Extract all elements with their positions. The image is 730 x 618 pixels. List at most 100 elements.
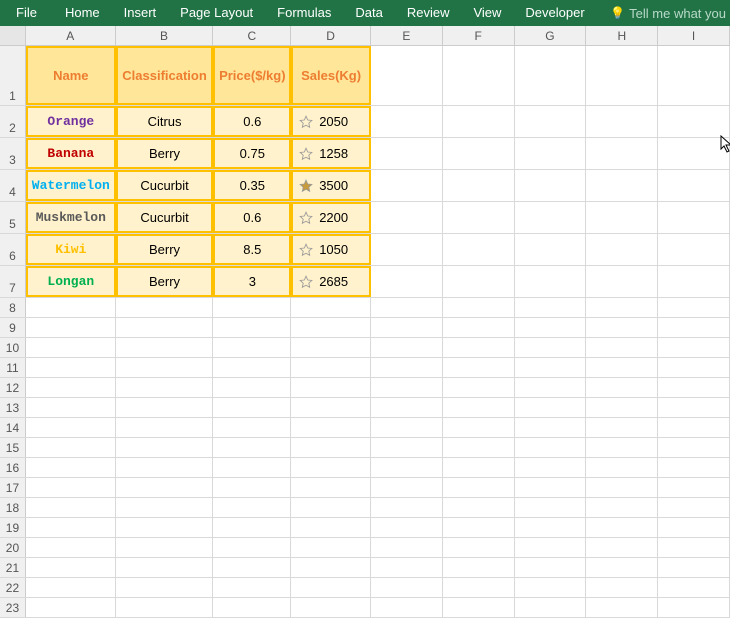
cell[interactable] <box>443 578 515 597</box>
cell[interactable] <box>371 398 443 417</box>
cell[interactable] <box>515 598 587 617</box>
row-header-19[interactable]: 19 <box>0 518 26 537</box>
cell[interactable] <box>515 298 587 317</box>
cell-D5[interactable]: 2200 <box>291 202 371 233</box>
cell[interactable] <box>586 358 658 377</box>
cell[interactable] <box>213 438 291 457</box>
cell[interactable] <box>443 438 515 457</box>
col-header-F[interactable]: F <box>443 26 515 45</box>
cell[interactable] <box>586 298 658 317</box>
cell[interactable] <box>116 478 214 497</box>
tab-review[interactable]: Review <box>395 0 462 26</box>
cell-C3[interactable]: 0.75 <box>213 138 291 169</box>
cell-D7[interactable]: 2685 <box>291 266 371 297</box>
cell[interactable] <box>291 578 371 597</box>
cell[interactable] <box>116 338 214 357</box>
cell[interactable] <box>443 458 515 477</box>
cell[interactable] <box>586 266 658 297</box>
row-header-3[interactable]: 3 <box>0 138 26 169</box>
cell[interactable] <box>658 598 730 617</box>
row-header-18[interactable]: 18 <box>0 498 26 517</box>
tab-home[interactable]: Home <box>53 0 112 26</box>
cell[interactable] <box>371 358 443 377</box>
row-header-17[interactable]: 17 <box>0 478 26 497</box>
cell[interactable] <box>515 458 587 477</box>
cell[interactable] <box>658 338 730 357</box>
cell[interactable] <box>371 170 443 201</box>
tab-insert[interactable]: Insert <box>112 0 169 26</box>
row-header-14[interactable]: 14 <box>0 418 26 437</box>
cell[interactable] <box>515 478 587 497</box>
cell-B7[interactable]: Berry <box>116 266 214 297</box>
cell[interactable] <box>116 458 214 477</box>
cell-C4[interactable]: 0.35 <box>213 170 291 201</box>
row-header-12[interactable]: 12 <box>0 378 26 397</box>
cell[interactable] <box>658 378 730 397</box>
cell[interactable] <box>371 106 443 137</box>
row-header-23[interactable]: 23 <box>0 598 26 617</box>
cell[interactable] <box>443 170 515 201</box>
cell[interactable] <box>586 46 658 105</box>
cell[interactable] <box>658 138 730 169</box>
cell[interactable] <box>371 266 443 297</box>
cell-C7[interactable]: 3 <box>213 266 291 297</box>
tell-me-search[interactable]: 💡 Tell me what you <box>610 6 730 21</box>
cell[interactable] <box>371 378 443 397</box>
cell[interactable] <box>291 498 371 517</box>
cell[interactable] <box>658 538 730 557</box>
cell-B1[interactable]: Classification <box>116 46 214 105</box>
cell[interactable] <box>371 138 443 169</box>
cell[interactable] <box>116 398 214 417</box>
cell[interactable] <box>443 398 515 417</box>
cell[interactable] <box>371 498 443 517</box>
cell[interactable] <box>443 498 515 517</box>
cell[interactable] <box>116 498 214 517</box>
cell[interactable] <box>116 558 214 577</box>
cell[interactable] <box>213 378 291 397</box>
cell[interactable] <box>26 478 116 497</box>
col-header-G[interactable]: G <box>515 26 587 45</box>
cell[interactable] <box>213 598 291 617</box>
cell[interactable] <box>515 578 587 597</box>
cell[interactable] <box>515 438 587 457</box>
cell[interactable] <box>116 418 214 437</box>
cell[interactable] <box>443 318 515 337</box>
cell[interactable] <box>515 202 587 233</box>
cell[interactable] <box>658 170 730 201</box>
cell[interactable] <box>213 578 291 597</box>
cell-A2[interactable]: Orange <box>26 106 116 137</box>
cell[interactable] <box>443 266 515 297</box>
cell[interactable] <box>291 518 371 537</box>
cell[interactable] <box>515 266 587 297</box>
cell[interactable] <box>515 170 587 201</box>
cell[interactable] <box>213 458 291 477</box>
cell[interactable] <box>291 458 371 477</box>
cell-A1[interactable]: Name <box>26 46 116 105</box>
cell[interactable] <box>26 458 116 477</box>
row-header-22[interactable]: 22 <box>0 578 26 597</box>
cell[interactable] <box>658 46 730 105</box>
cell-D4[interactable]: 3500 <box>291 170 371 201</box>
cell[interactable] <box>213 398 291 417</box>
row-header-4[interactable]: 4 <box>0 170 26 201</box>
cell-C2[interactable]: 0.6 <box>213 106 291 137</box>
cell[interactable] <box>116 578 214 597</box>
cell[interactable] <box>515 106 587 137</box>
cell[interactable] <box>116 298 214 317</box>
select-all-corner[interactable] <box>0 26 26 45</box>
row-header-15[interactable]: 15 <box>0 438 26 457</box>
cell[interactable] <box>213 558 291 577</box>
row-header-16[interactable]: 16 <box>0 458 26 477</box>
spreadsheet-grid[interactable]: 1NameClassificationPrice($/kg)Sales(Kg)2… <box>0 46 730 618</box>
cell[interactable] <box>116 598 214 617</box>
cell[interactable] <box>658 318 730 337</box>
row-header-10[interactable]: 10 <box>0 338 26 357</box>
cell[interactable] <box>658 234 730 265</box>
cell[interactable] <box>443 338 515 357</box>
cell[interactable] <box>26 338 116 357</box>
cell[interactable] <box>515 46 587 105</box>
cell[interactable] <box>658 438 730 457</box>
cell[interactable] <box>586 478 658 497</box>
cell[interactable] <box>586 558 658 577</box>
col-header-I[interactable]: I <box>658 26 730 45</box>
